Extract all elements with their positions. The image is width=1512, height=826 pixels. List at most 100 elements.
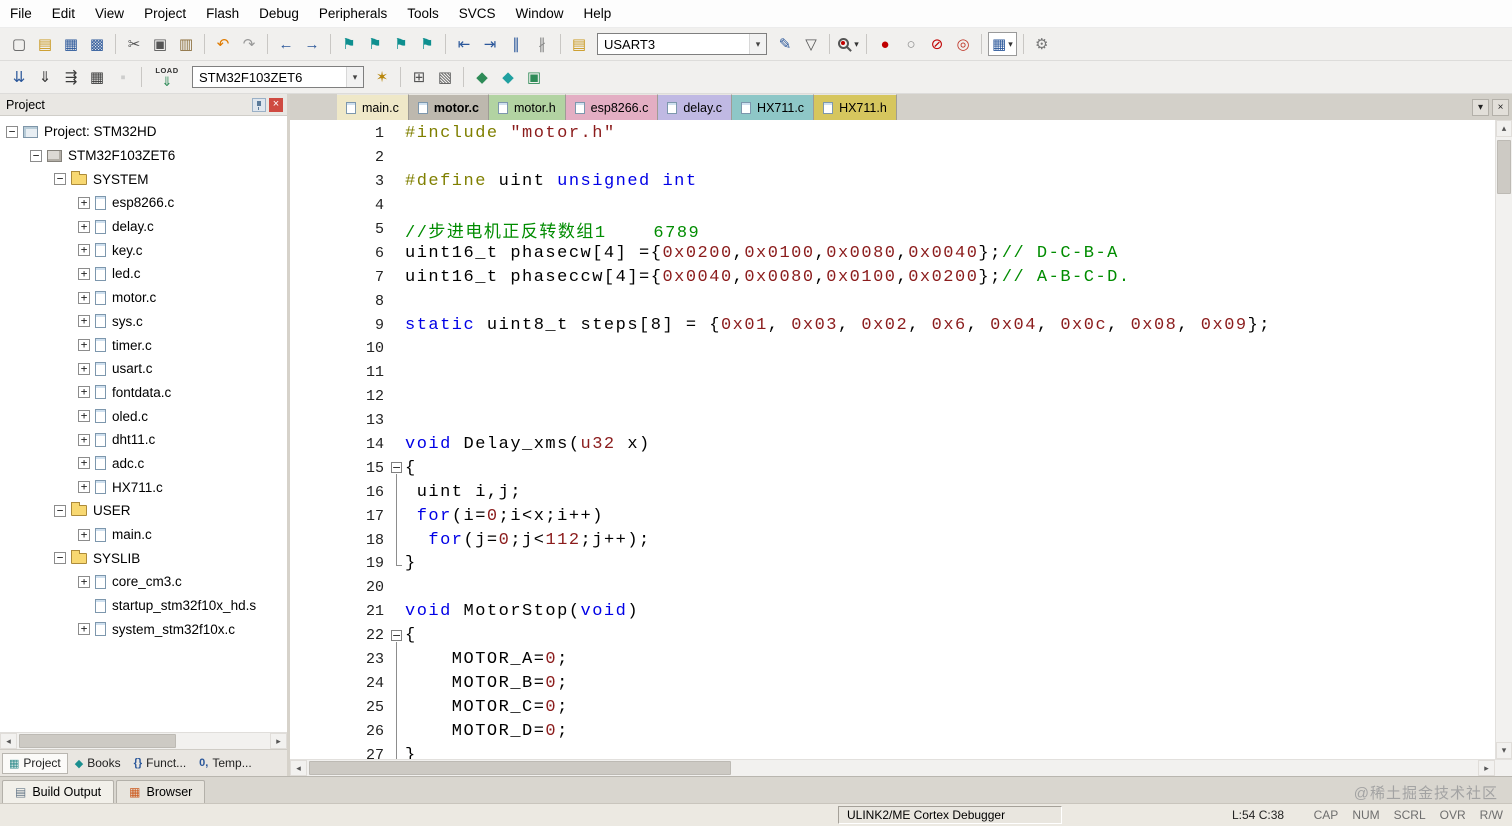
tab-motor-h[interactable]: motor.h [488,94,566,120]
chevron-down-icon[interactable]: ▾ [854,39,859,50]
expand-icon[interactable]: + [78,410,90,423]
menu-item-peripherals[interactable]: Peripherals [309,0,397,27]
tree-item-usart-c[interactable]: + usart.c [0,357,287,381]
panel-tab-books[interactable]: ◆ Books [69,753,127,774]
kill-all-breakpoints-icon[interactable]: ◎ [951,32,975,56]
bookmark-toggle-icon[interactable]: ⚑ [337,32,361,56]
menu-item-flash[interactable]: Flash [196,0,249,27]
expand-icon[interactable]: + [78,196,90,209]
tree-item-dht11-c[interactable]: + dht11.c [0,428,287,452]
pin-icon[interactable] [252,97,266,112]
output-tab-browser[interactable]: ▦ Browser [116,780,206,803]
chevron-down-icon[interactable]: ▾ [346,67,363,87]
tree-item-system[interactable]: − SYSTEM [0,167,287,191]
menu-item-file[interactable]: File [0,0,42,27]
tab-esp8266-c[interactable]: esp8266.c [565,94,659,120]
scroll-left-icon[interactable]: ◂ [290,760,307,776]
open-folder-icon[interactable]: ▤ [33,32,57,56]
tree-item-key-c[interactable]: + key.c [0,238,287,262]
save-all-icon[interactable]: ▩ [85,32,109,56]
navigate-forward-icon[interactable]: → [300,32,324,56]
expand-icon[interactable]: + [78,575,90,588]
batch-build-icon[interactable]: ▦ [85,65,109,89]
expand-icon[interactable]: + [78,291,90,304]
serial-port-icon[interactable]: ▤ [567,32,591,56]
indent-icon[interactable]: ⇥ [478,32,502,56]
scrollbar-track[interactable] [307,760,1478,776]
uncomment-selection-icon[interactable]: ∦ [530,32,554,56]
tab-list-dropdown-icon[interactable]: ▾ [1472,98,1489,116]
rebuild-all-icon[interactable]: ⇶ [59,65,83,89]
panel-tab-temp[interactable]: 0, Temp... [193,753,258,774]
close-file-icon[interactable]: × [1492,98,1509,116]
file-extensions-icon[interactable]: ▧ [433,65,457,89]
pack-installer-icon[interactable]: ▣ [522,65,546,89]
scroll-down-icon[interactable]: ▾ [1496,742,1512,759]
project-panel-hscrollbar[interactable]: ◂ ▸ [0,732,287,749]
tab-hx711-h[interactable]: HX711.h [814,94,897,120]
comment-selection-icon[interactable]: ∥ [504,32,528,56]
menu-item-svcs[interactable]: SVCS [449,0,506,27]
translate-file-icon[interactable]: ⇊ [7,65,31,89]
tab-main-c[interactable]: main.c [337,94,409,120]
target-select[interactable]: STM32F103ZET6 ▾ [192,66,364,88]
tab-hx711-c[interactable]: HX711.c [732,94,815,120]
menu-item-window[interactable]: Window [505,0,573,27]
manage-run-time-environment-icon[interactable]: ◆ [496,65,520,89]
download-icon[interactable]: LOAD ⇓ [151,64,183,90]
panel-tab-project[interactable]: ▦ Project [2,752,68,774]
bookmark-clear-all-icon[interactable]: ⚑ [415,32,439,56]
debug-windows-icon[interactable]: ▦ ▾ [988,32,1017,56]
tree-item-led-c[interactable]: + led.c [0,262,287,286]
scrollbar-thumb[interactable] [19,734,176,748]
tree-item-hx711-c[interactable]: + HX711.c [0,475,287,499]
menu-item-project[interactable]: Project [134,0,196,27]
collapse-icon[interactable]: − [54,504,66,517]
stop-build-icon[interactable]: ▪ [111,65,135,89]
tree-item-main-c[interactable]: + main.c [0,523,287,547]
navigate-back-icon[interactable]: ← [274,32,298,56]
find-in-files-icon[interactable]: ▾ [836,32,860,56]
tree-item-delay-c[interactable]: + delay.c [0,215,287,239]
expand-icon[interactable]: + [78,315,90,328]
expand-icon[interactable]: + [78,267,90,280]
expand-icon[interactable]: + [78,528,90,541]
tree-item-timer-c[interactable]: + timer.c [0,333,287,357]
menu-item-tools[interactable]: Tools [397,0,449,27]
bookmark-prev-icon[interactable]: ⚑ [363,32,387,56]
software-packs-icon[interactable]: ◆ [470,65,494,89]
chevron-down-icon[interactable]: ▾ [749,34,766,54]
close-panel-icon[interactable]: × [269,97,283,112]
undo-icon[interactable]: ↶ [211,32,235,56]
copy-icon[interactable]: ▣ [148,32,172,56]
panel-tab-funct[interactable]: {} Funct... [128,753,193,774]
chevron-down-icon[interactable]: ▾ [1008,39,1013,50]
serial-select[interactable]: USART3 ▾ [597,33,767,55]
cut-icon[interactable]: ✂ [122,32,146,56]
scrollbar-thumb[interactable] [1497,140,1511,194]
tree-item-fontdata-c[interactable]: + fontdata.c [0,381,287,405]
fold-collapse-icon[interactable]: − [391,629,402,641]
save-icon[interactable]: ▦ [59,32,83,56]
build-icon[interactable]: ⇓ [33,65,57,89]
expand-icon[interactable]: + [78,220,90,233]
menu-item-view[interactable]: View [85,0,134,27]
editor-vscrollbar[interactable]: ▴ ▾ [1495,120,1512,759]
unindent-icon[interactable]: ⇤ [452,32,476,56]
tree-item-syslib[interactable]: − SYSLIB [0,546,287,570]
tree-item-user[interactable]: − USER [0,499,287,523]
scrollbar-thumb[interactable] [309,761,731,775]
expand-icon[interactable]: + [78,339,90,352]
configure-flags-icon[interactable]: ✎ [773,32,797,56]
tree-item-startup-stm32f10x-hd-s[interactable]: startup_stm32f10x_hd.s [0,594,287,618]
expand-icon[interactable]: + [78,386,90,399]
output-tab-build-output[interactable]: ▤ Build Output [2,780,115,803]
tree-item-stm32f103zet6[interactable]: − STM32F103ZET6 [0,144,287,168]
tree-item-system-stm32f10x-c[interactable]: + system_stm32f10x.c [0,617,287,641]
collapse-icon[interactable]: − [54,173,66,186]
redo-icon[interactable]: ↷ [237,32,261,56]
new-file-icon[interactable]: ▢ [7,32,31,56]
menu-item-edit[interactable]: Edit [42,0,85,27]
disable-all-breakpoints-icon[interactable]: ⊘ [925,32,949,56]
tab-delay-c[interactable]: delay.c [658,94,733,120]
